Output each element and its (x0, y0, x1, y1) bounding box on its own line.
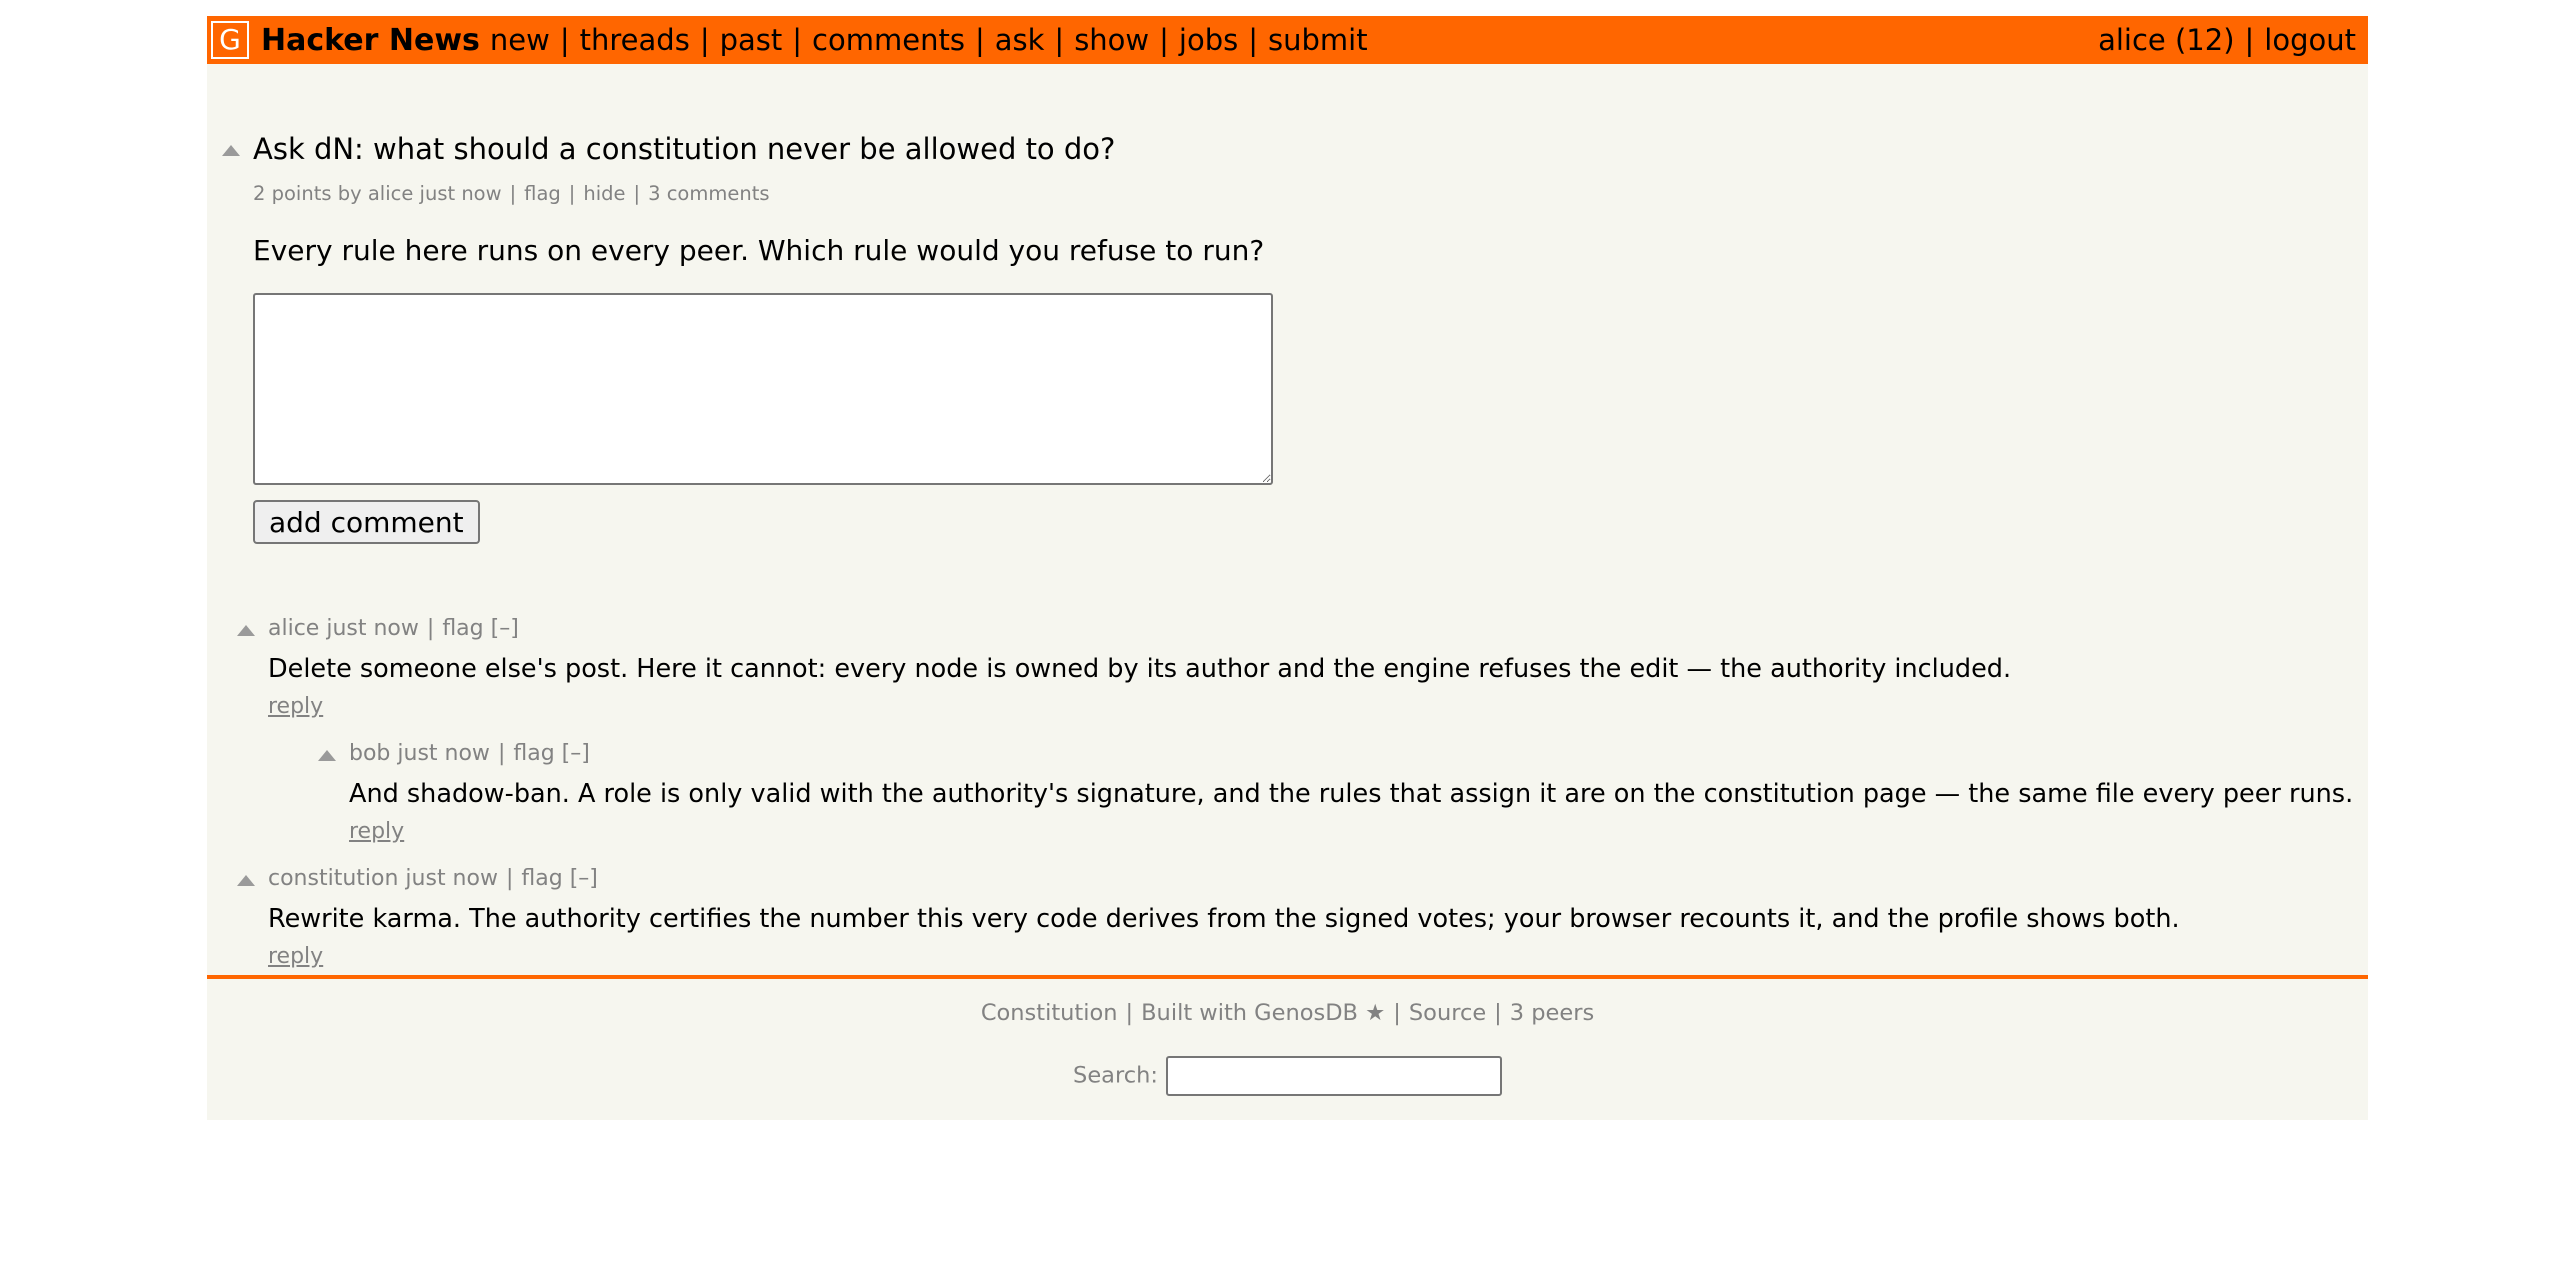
story-by: by (337, 182, 362, 205)
nav-ask[interactable]: ask (995, 23, 1045, 57)
nav-submit[interactable]: submit (1268, 23, 1368, 57)
top-bar-left: G Hacker News new | threads | past | com… (211, 21, 1368, 59)
footer-link-source[interactable]: Source (1409, 1000, 1486, 1026)
upvote-arrow-icon[interactable] (318, 750, 336, 761)
nav-separator: | (559, 23, 570, 57)
comment-author[interactable]: bob (349, 741, 390, 766)
top-bar-right: alice (12) | logout (2098, 23, 2356, 57)
nav-separator: | (792, 23, 803, 57)
nav-new[interactable]: new (490, 23, 550, 57)
story-age[interactable]: just now (420, 182, 502, 205)
story-flag-link[interactable]: flag (524, 182, 561, 205)
nav-past[interactable]: past (720, 23, 783, 57)
story: Ask dN: what should a constitution never… (207, 64, 2368, 1120)
nav-separator: | (1248, 23, 1259, 57)
nav-separator: | (1159, 23, 1169, 57)
comment-age[interactable]: just now (405, 866, 498, 891)
comment-author[interactable]: constitution (268, 866, 398, 891)
search-label: Search: (1073, 1062, 1158, 1089)
nav-separator: | (1054, 23, 1065, 57)
subtext-separator: | (568, 182, 576, 205)
upvote-arrow-icon[interactable] (237, 875, 255, 886)
story-title[interactable]: Ask dN: what should a constitution never… (253, 132, 1115, 166)
subtext-separator: | (509, 182, 517, 205)
upvote-arrow-icon[interactable] (237, 625, 255, 636)
story-author[interactable]: alice (368, 182, 414, 205)
header-separator: | (426, 616, 435, 641)
search-row: Search: (207, 1056, 2368, 1096)
collapse-toggle[interactable]: [–] (570, 866, 598, 891)
footer-separator: | (1393, 1000, 1401, 1026)
top-bar: G Hacker News new | threads | past | com… (207, 16, 2368, 64)
reply-link[interactable]: reply (268, 694, 323, 719)
header-separator: | (497, 741, 506, 766)
comment-text: And shadow-ban. A role is only valid wit… (349, 779, 2354, 809)
comment: constitution just now | flag [–] Rewrite k… (237, 866, 2180, 969)
comment-text: Rewrite karma. The authority certifies t… (268, 904, 2180, 934)
comment: bob just now | flag [–] And shadow-ban. A … (318, 741, 2353, 844)
nav-jobs[interactable]: jobs (1179, 23, 1238, 57)
comment-header: bob just now | flag [–] (349, 741, 2353, 766)
user-link[interactable]: alice (12) (2098, 23, 2234, 57)
header-separator: | (505, 866, 514, 891)
footer-divider (207, 975, 2368, 979)
nav-separator: | (2244, 23, 2255, 57)
story-text: Every rule here runs on every peer. Whic… (253, 234, 1265, 267)
site-logo[interactable]: G (211, 21, 249, 59)
comment-age[interactable]: just now (326, 616, 419, 641)
story-comments-link[interactable]: 3 comments (648, 182, 769, 205)
page: G Hacker News new | threads | past | com… (207, 16, 2368, 1120)
search-input[interactable] (1165, 1056, 1502, 1096)
nav-threads[interactable]: threads (580, 23, 690, 57)
logout-link[interactable]: logout (2264, 23, 2356, 57)
nav-comments[interactable]: comments (812, 23, 965, 57)
comment-flag-link[interactable]: flag (521, 866, 562, 891)
comment-header: alice just now | flag [–] (268, 616, 2011, 641)
collapse-toggle[interactable]: [–] (491, 616, 519, 641)
story-subtext: 2 points by alice just now | flag | hide | 3 c… (253, 182, 770, 205)
comment-textarea[interactable] (253, 293, 1273, 485)
comment-age[interactable]: just now (397, 741, 490, 766)
nav-separator: | (699, 23, 710, 57)
reply-link[interactable]: reply (349, 819, 404, 844)
nav-show[interactable]: show (1074, 23, 1149, 57)
story-points: 2 points (253, 182, 332, 205)
upvote-arrow-icon[interactable] (222, 145, 240, 156)
collapse-toggle[interactable]: [–] (562, 741, 590, 766)
comment-header: constitution just now | flag [–] (268, 866, 2180, 891)
comment: alice just now | flag [–] Delete someone e… (237, 616, 2011, 719)
nav-separator: | (974, 23, 985, 57)
footer-link-constitution[interactable]: Constitution (981, 1000, 1118, 1026)
site-name[interactable]: Hacker News (261, 23, 480, 58)
footer-link-genosdb[interactable]: Built with GenosDB ★ (1141, 1000, 1385, 1026)
reply-link[interactable]: reply (268, 944, 323, 969)
story-hide-link[interactable]: hide (583, 182, 625, 205)
comment-flag-link[interactable]: flag (513, 741, 554, 766)
footer-peers[interactable]: 3 peers (1510, 1000, 1594, 1026)
comment-author[interactable]: alice (268, 616, 319, 641)
comment-flag-link[interactable]: flag (442, 616, 483, 641)
subtext-separator: | (633, 182, 641, 205)
add-comment-button[interactable]: add comment (253, 500, 480, 544)
footer-separator: | (1125, 1000, 1134, 1026)
comment-text: Delete someone else's post. Here it cann… (268, 654, 2012, 684)
footer-links: Constitution | Built with GenosDB ★ | Source… (207, 1000, 2368, 1026)
footer-separator: | (1494, 1000, 1502, 1026)
